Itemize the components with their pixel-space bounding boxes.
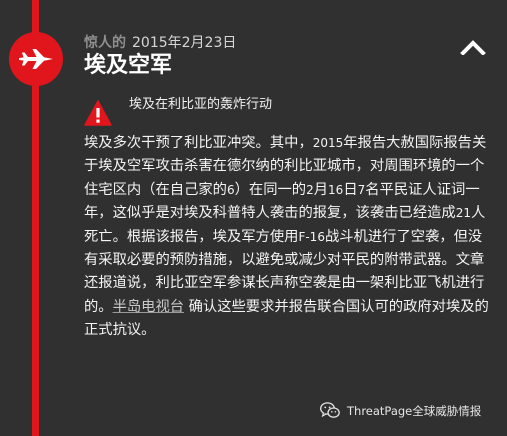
event-description: 埃及多次干预了利比亚冲突。其中，2015年报告大赦国际报告关于埃及空军攻击杀害在… bbox=[84, 132, 492, 343]
source-link[interactable]: 半岛电视台 bbox=[113, 299, 184, 315]
description-number: 16 bbox=[328, 182, 344, 197]
fighter-jet-icon bbox=[19, 49, 53, 69]
description-number: 2015 bbox=[312, 136, 344, 150]
description-number: F-16 bbox=[298, 229, 325, 244]
event-card: 惊人的 2015年2月23日 埃及空军 埃及在利比亚的轰炸行动 埃及多次干预了利比… bbox=[0, 0, 507, 436]
event-date: 2015年2月23日 bbox=[132, 35, 237, 51]
watermark-text: ThreatPage全球威胁情报 bbox=[347, 403, 482, 418]
description-number: 21 bbox=[455, 206, 471, 221]
event-title: 埃及空军 bbox=[84, 53, 173, 78]
description-text: 埃及多次干预了利比亚冲突。其中， bbox=[84, 135, 313, 151]
description-text: 月 bbox=[313, 181, 329, 198]
event-category: 惊人的 bbox=[84, 35, 126, 51]
description-number: 2 bbox=[306, 182, 314, 197]
chevron-up-icon bbox=[460, 40, 486, 55]
description-number: 6 bbox=[226, 182, 235, 197]
event-subheading: 埃及在利比亚的轰炸行动 bbox=[129, 97, 273, 112]
description-text: 日 bbox=[343, 181, 358, 198]
watermark: ThreatPage全球威胁情报 bbox=[320, 402, 481, 419]
wechat-icon bbox=[320, 402, 340, 418]
event-meta: 惊人的 2015年2月23日 bbox=[84, 34, 236, 52]
event-type-badge bbox=[9, 32, 63, 86]
warning-icon bbox=[84, 100, 112, 130]
description-text: ）在同一的 bbox=[234, 181, 307, 198]
collapse-button[interactable] bbox=[458, 34, 488, 60]
